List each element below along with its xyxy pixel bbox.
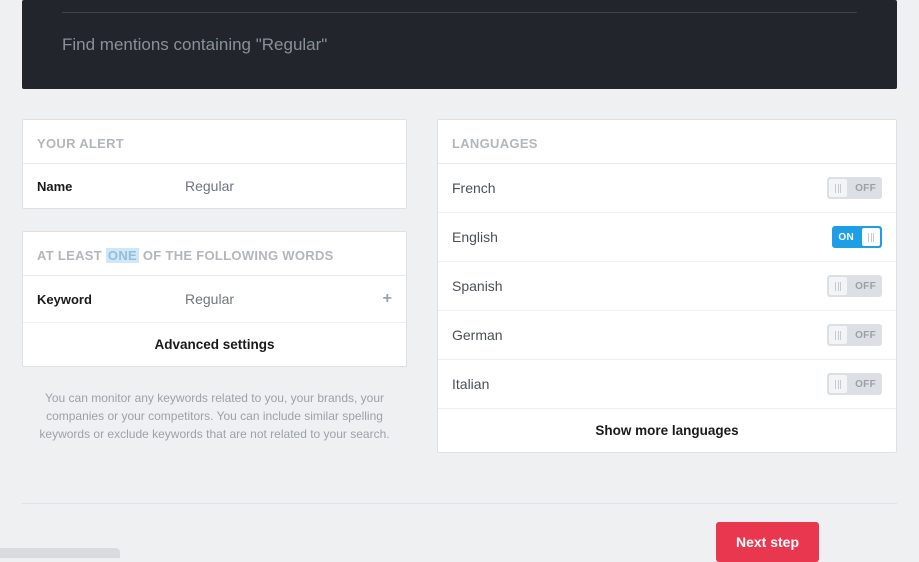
language-row: Italian OFF [438, 360, 896, 409]
languages-card: LANGUAGES FrenchOFFEnglishONSpanishOFFGe… [437, 119, 897, 453]
footer-divider [22, 503, 897, 504]
alert-name-row[interactable]: Name Regular [23, 164, 406, 208]
toggle-knob-icon [829, 179, 847, 197]
add-keyword-icon[interactable]: + [383, 290, 392, 308]
languages-header: LANGUAGES [438, 120, 896, 164]
divider [62, 12, 857, 13]
bottom-handle [0, 548, 120, 558]
your-alert-card: YOUR ALERT Name Regular [22, 119, 407, 209]
language-label: French [452, 180, 496, 196]
find-mentions-text: Find mentions containing "Regular" [62, 35, 857, 55]
toggle-knob-icon [829, 375, 847, 393]
language-row: German OFF [438, 311, 896, 360]
next-step-button[interactable]: Next step [716, 522, 819, 562]
your-alert-header: YOUR ALERT [23, 120, 406, 164]
toggle-knob-icon [829, 277, 847, 295]
keyword-row[interactable]: Keyword Regular + [23, 276, 406, 323]
alert-name-value: Regular [185, 178, 392, 194]
toggle-knob-icon [829, 326, 847, 344]
advanced-settings-button[interactable]: Advanced settings [23, 323, 406, 366]
language-toggle[interactable]: OFF [827, 177, 882, 199]
language-toggle[interactable]: OFF [827, 275, 882, 297]
following-words-header: AT LEAST ONE OF THE FOLLOWING WORDS [23, 232, 406, 276]
help-text: You can monitor any keywords related to … [22, 389, 407, 443]
show-more-languages-button[interactable]: Show more languages [438, 409, 896, 452]
following-words-card: AT LEAST ONE OF THE FOLLOWING WORDS Keyw… [22, 231, 407, 367]
toggle-text: OFF [849, 379, 882, 390]
toggle-text: OFF [849, 330, 882, 341]
keyword-value: Regular [185, 291, 383, 307]
language-row: French OFF [438, 164, 896, 213]
language-label: English [452, 229, 498, 245]
header-post: OF THE FOLLOWING WORDS [139, 248, 334, 263]
toggle-text: ON [832, 232, 860, 243]
toggle-text: OFF [849, 183, 882, 194]
language-row: Spanish OFF [438, 262, 896, 311]
language-toggle[interactable]: OFF [827, 324, 882, 346]
language-label: Spanish [452, 278, 503, 294]
search-summary-panel: Find mentions containing "Regular" [22, 0, 897, 89]
language-toggle[interactable]: OFF [827, 373, 882, 395]
alert-name-label: Name [37, 179, 185, 194]
header-highlight: ONE [106, 248, 139, 263]
keyword-label: Keyword [37, 292, 185, 307]
language-row: English ON [438, 213, 896, 262]
language-label: Italian [452, 376, 489, 392]
toggle-text: OFF [849, 281, 882, 292]
header-pre: AT LEAST [37, 248, 106, 263]
toggle-knob-icon [862, 228, 880, 246]
language-toggle[interactable]: ON [832, 226, 882, 248]
language-label: German [452, 327, 503, 343]
